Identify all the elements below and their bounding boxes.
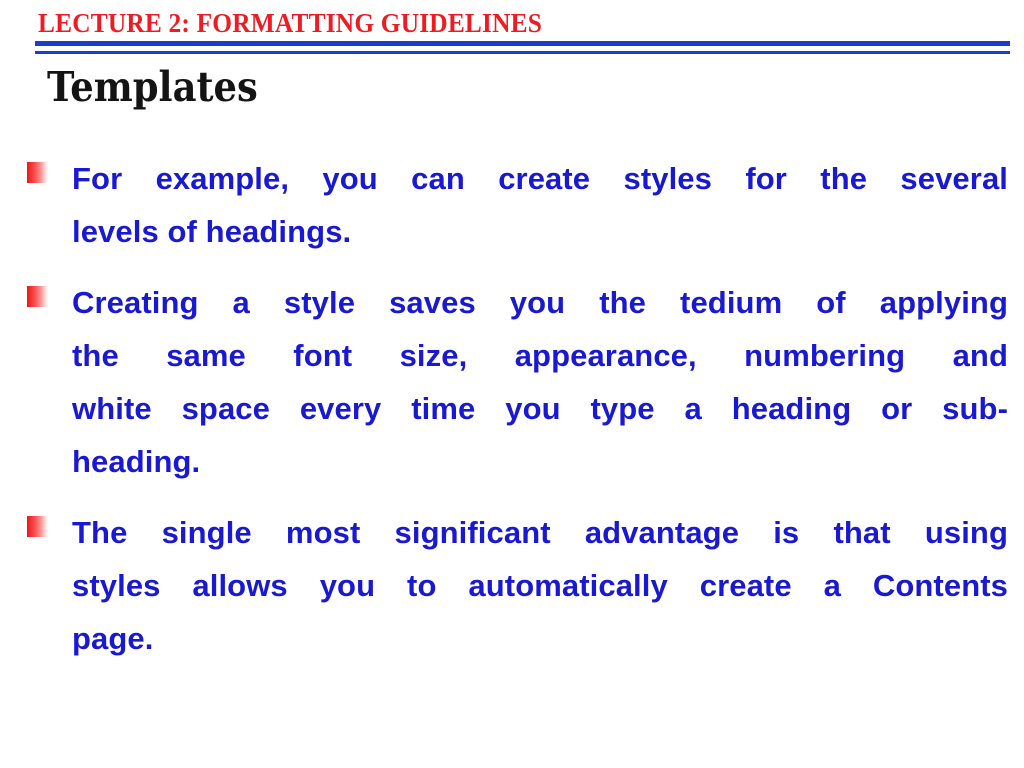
- lecture-header: LECTURE 2: FORMATTING GUIDELINES: [38, 8, 543, 38]
- bullet-list: For example, you can create styles for t…: [0, 152, 1024, 683]
- text-line: For example, you can create styles for t…: [72, 161, 1008, 196]
- text-line: styles allows you to automatically creat…: [72, 568, 1008, 603]
- bullet-square-icon: [27, 516, 48, 537]
- text-line: Creating a style saves you the tedium of…: [72, 285, 1008, 320]
- text-line: heading.: [72, 444, 201, 479]
- slide: LECTURE 2: FORMATTING GUIDELINES Templat…: [0, 0, 1024, 768]
- header-rule-thick: [35, 41, 1010, 46]
- list-item: For example, you can create styles for t…: [0, 152, 1024, 258]
- text-line: the same font size, appearance, numberin…: [72, 338, 1008, 373]
- bullet-square-icon: [27, 286, 48, 307]
- header-rule-thin: [35, 51, 1010, 54]
- list-item-text: The single most significant advantage is…: [72, 506, 1008, 665]
- text-line: white space every time you type a headin…: [72, 391, 1008, 426]
- text-line: The single most significant advantage is…: [72, 515, 1008, 550]
- text-line: page.: [72, 621, 154, 656]
- page-title: Templates: [47, 63, 258, 111]
- list-item: The single most significant advantage is…: [0, 506, 1024, 665]
- list-item-text: Creating a style saves you the tedium of…: [72, 276, 1008, 488]
- text-line: levels of headings.: [72, 214, 352, 249]
- list-item-text: For example, you can create styles for t…: [72, 152, 1008, 258]
- list-item: Creating a style saves you the tedium of…: [0, 276, 1024, 488]
- bullet-square-icon: [27, 162, 48, 183]
